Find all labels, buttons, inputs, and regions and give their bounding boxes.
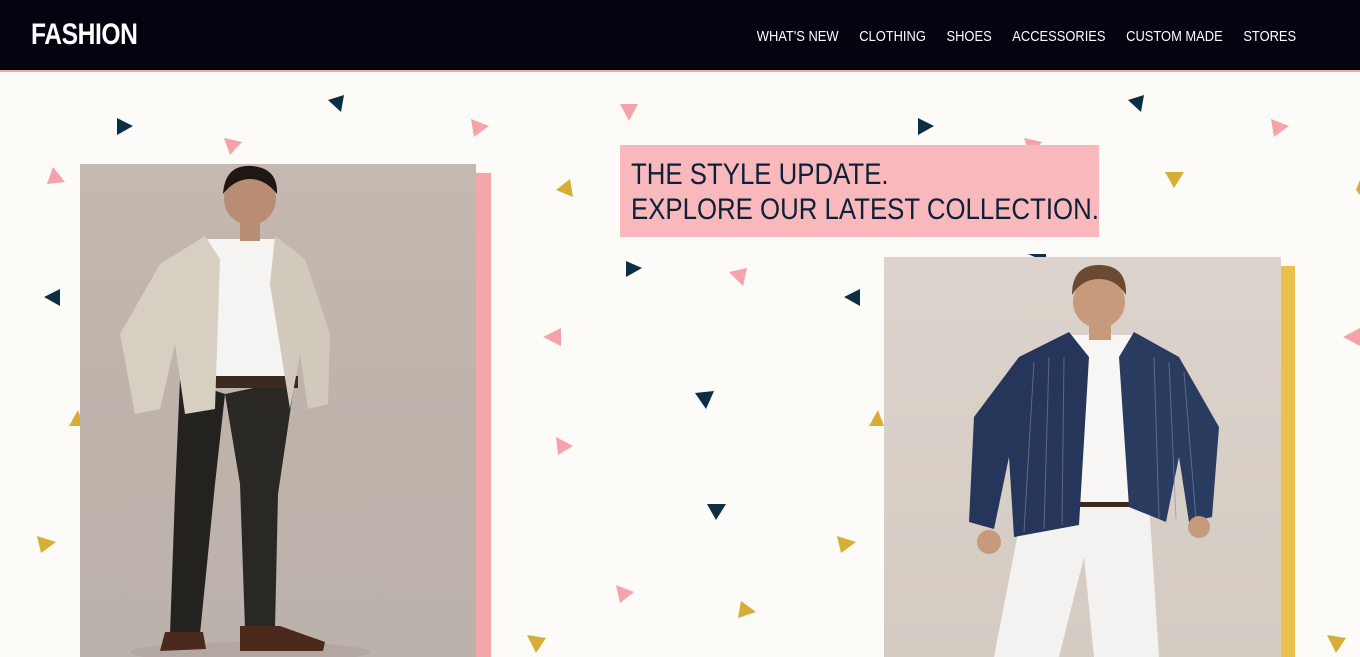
nav-link-accessories[interactable]: ACCESSORIES — [1012, 28, 1105, 45]
triangle-icon — [44, 289, 60, 306]
triangle-icon — [729, 268, 747, 286]
triangle-icon — [844, 289, 860, 306]
triangle-icon — [47, 167, 65, 184]
model-beige-blazer-icon — [120, 165, 370, 657]
triangle-icon — [1128, 95, 1144, 112]
triangle-icon — [328, 95, 344, 112]
hero-headline-line-2: EXPLORE OUR LATEST COLLECTION. — [631, 193, 1099, 226]
triangle-icon — [626, 261, 642, 277]
triangle-icon — [707, 504, 726, 520]
nav-link-custom-made[interactable]: CUSTOM MADE — [1126, 28, 1223, 45]
triangle-icon — [695, 391, 714, 409]
model-navy-blazer-icon — [969, 265, 1219, 657]
triangle-icon — [37, 536, 56, 553]
left-photo-accent-bar — [474, 173, 491, 657]
triangle-icon — [1271, 119, 1289, 137]
brand-logo[interactable]: FASHION — [31, 18, 138, 52]
triangle-icon — [837, 536, 856, 553]
triangle-icon — [620, 104, 638, 121]
triangle-icon — [1327, 635, 1346, 653]
main-nav: WHAT'S NEW CLOTHING SHOES ACCESSORIES CU… — [757, 28, 1296, 45]
triangle-icon — [556, 437, 573, 455]
triangle-icon — [556, 179, 573, 197]
triangle-icon — [869, 410, 884, 426]
top-navbar: FASHION WHAT'S NEW CLOTHING SHOES ACCESS… — [0, 0, 1360, 72]
triangle-icon — [117, 118, 133, 135]
triangle-icon — [616, 585, 634, 603]
right-model-photo[interactable] — [884, 257, 1281, 657]
left-model-photo[interactable] — [80, 164, 476, 657]
triangle-icon — [224, 138, 242, 155]
triangle-icon — [527, 635, 546, 653]
triangle-icon — [1165, 172, 1184, 188]
triangle-icon — [543, 328, 561, 346]
triangle-icon — [1356, 180, 1360, 195]
triangle-icon — [918, 118, 934, 135]
triangle-icon — [738, 601, 756, 618]
triangle-icon — [1343, 328, 1360, 346]
nav-link-shoes[interactable]: SHOES — [946, 28, 991, 45]
nav-link-stores[interactable]: STORES — [1243, 28, 1296, 45]
hero-headline-line-1: THE STYLE UPDATE. — [631, 158, 889, 191]
hero-headline-box: THE STYLE UPDATE. EXPLORE OUR LATEST COL… — [620, 145, 1099, 237]
nav-link-clothing[interactable]: CLOTHING — [859, 28, 926, 45]
nav-link-whats-new[interactable]: WHAT'S NEW — [757, 28, 839, 45]
triangle-icon — [471, 119, 489, 137]
